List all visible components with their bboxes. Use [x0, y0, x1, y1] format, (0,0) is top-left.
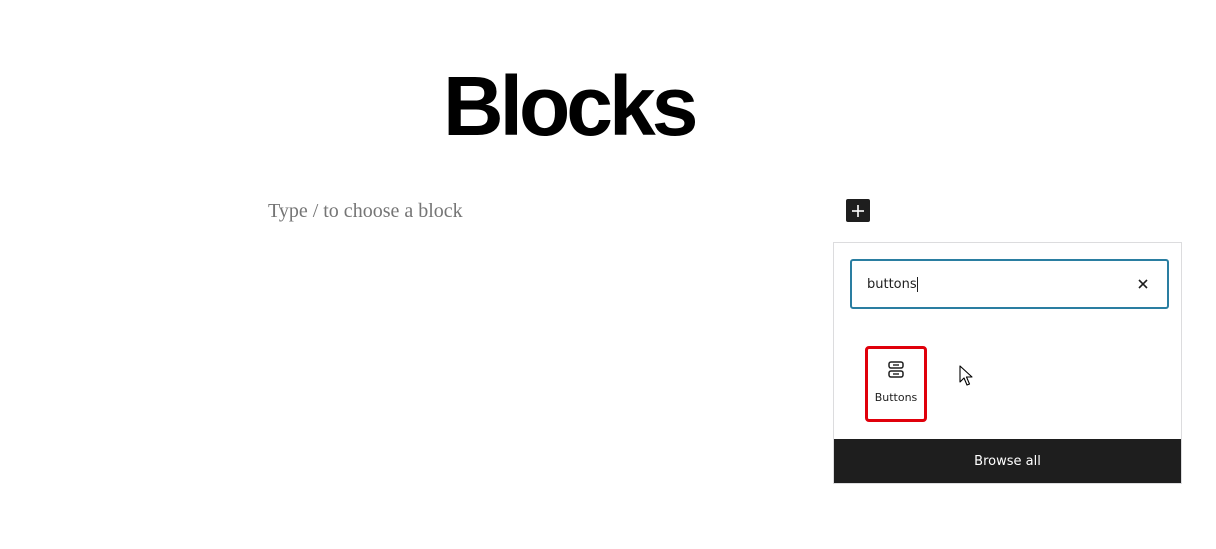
- block-placeholder[interactable]: Type / to choose a block: [268, 200, 463, 223]
- browse-all-button[interactable]: Browse all: [834, 439, 1181, 483]
- mouse-pointer-icon: [959, 365, 973, 386]
- block-search-field[interactable]: buttons: [850, 259, 1169, 309]
- buttons-block-icon: [884, 358, 908, 382]
- page-title[interactable]: Blocks: [443, 64, 698, 148]
- search-input[interactable]: buttons: [867, 277, 917, 292]
- block-inserter-popover: buttons Buttons Browse all: [833, 242, 1182, 484]
- close-icon: [1138, 279, 1148, 289]
- clear-search-button[interactable]: [1131, 272, 1155, 296]
- text-caret: [916, 276, 918, 292]
- block-result-label: Buttons: [874, 391, 918, 404]
- block-result-buttons[interactable]: Buttons: [865, 346, 927, 422]
- plus-icon: [852, 204, 864, 217]
- search-input-wrap[interactable]: buttons: [852, 276, 1131, 292]
- editor-canvas: Blocks Type / to choose a block buttons: [0, 0, 1216, 549]
- block-inserter-toggle-button[interactable]: [846, 199, 870, 222]
